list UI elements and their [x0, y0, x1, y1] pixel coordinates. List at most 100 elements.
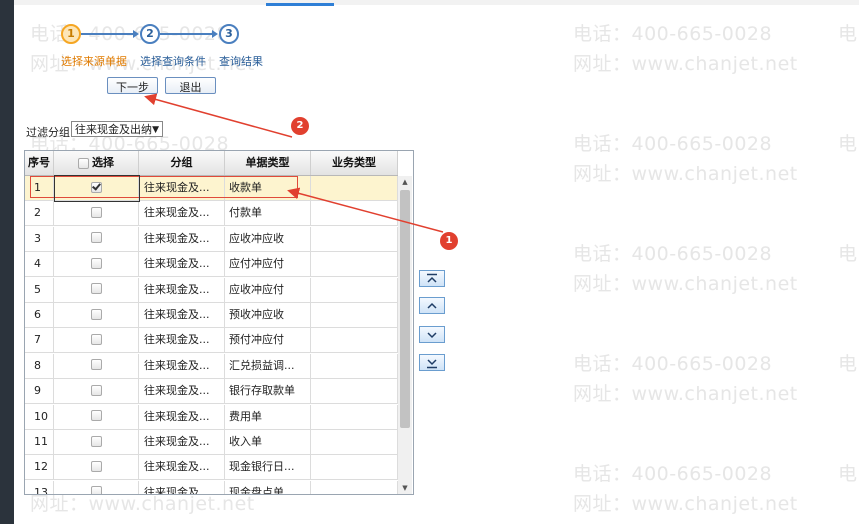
watermark-site: 网址：www.chanjet.net	[573, 493, 798, 515]
cell-seq: 4	[25, 252, 54, 277]
top-tab-bar	[14, 0, 859, 5]
cell-seq: 7	[25, 328, 54, 353]
row-checkbox[interactable]	[90, 232, 102, 244]
cell-seq: 8	[25, 353, 54, 378]
row-checkbox[interactable]	[90, 359, 102, 371]
table-row[interactable]: 6 往来现金及... 预收冲应收	[25, 303, 398, 328]
watermark-phone: 电话：400-665-0028	[573, 463, 773, 485]
move-to-bottom-button[interactable]	[419, 354, 445, 371]
step-arrow	[212, 30, 218, 38]
watermark-fragment: 电	[838, 23, 858, 45]
row-checkbox[interactable]	[90, 435, 102, 447]
table-row[interactable]: 9 往来现金及... 银行存取款单	[25, 379, 398, 405]
filter-group-label: 过滤分组:	[26, 126, 74, 139]
cell-group: 往来现金及...	[139, 455, 225, 480]
header-select-label: 选择	[92, 156, 114, 169]
move-down-button[interactable]	[419, 326, 445, 343]
cell-seq: 10	[25, 404, 54, 429]
header-select: 选择	[54, 151, 139, 175]
cell-doc-type: 应付冲应付	[225, 252, 311, 277]
row-checkbox[interactable]	[90, 257, 102, 269]
watermark-site: 网址：www.chanjet.net	[573, 383, 798, 405]
cell-seq: 12	[25, 455, 54, 480]
scroll-up-icon[interactable]: ▲	[398, 176, 412, 188]
select-cell	[54, 328, 139, 353]
focus-box-checkbox	[54, 175, 140, 202]
step-arrow	[133, 30, 139, 38]
cell-seq: 13	[25, 480, 54, 494]
watermark-phone: 电话：400-665-0028	[573, 243, 773, 265]
row-checkbox[interactable]	[90, 283, 102, 295]
select-all-checkbox[interactable]	[78, 157, 89, 169]
cell-doc-type: 应收冲应付	[225, 277, 311, 302]
row-checkbox[interactable]	[90, 308, 102, 320]
table-row[interactable]: 12 往来现金及... 现金银行日...	[25, 455, 398, 481]
next-step-button[interactable]: 下一步	[107, 77, 158, 94]
cell-seq: 9	[25, 379, 54, 404]
grid-vertical-scrollbar[interactable]: ▲ ▼	[398, 176, 412, 494]
watermark-site: 网址：www.chanjet.net	[573, 163, 798, 185]
row-checkbox[interactable]	[90, 410, 102, 422]
cell-seq: 3	[25, 226, 54, 251]
cell-doc-type: 现金银行日...	[225, 455, 311, 480]
table-row[interactable]: 8 往来现金及... 汇兑损益调...	[25, 353, 398, 379]
exit-button[interactable]: 退出	[165, 77, 216, 94]
watermark-fragment: 电	[838, 353, 858, 375]
cell-doc-type: 应收冲应收	[225, 226, 311, 251]
scroll-down-icon[interactable]: ▼	[398, 482, 412, 494]
cell-doc-type: 付款单	[225, 201, 311, 226]
step-1-circle: 1	[61, 24, 81, 44]
table-row[interactable]: 10 往来现金及... 费用单	[25, 404, 398, 430]
step-2-circle: 2	[140, 24, 160, 44]
cell-biz-type	[311, 201, 398, 226]
row-checkbox[interactable]	[90, 206, 102, 218]
move-down-icon	[427, 332, 437, 339]
select-cell	[54, 201, 139, 226]
cell-doc-type: 费用单	[225, 404, 311, 429]
table-row[interactable]: 11 往来现金及... 收入单	[25, 430, 398, 455]
filter-group-select[interactable]: 往来现金及出纳 ▼	[71, 121, 163, 137]
annotation-badge-1: 1	[440, 232, 458, 250]
cell-biz-type	[311, 430, 398, 454]
cell-group: 往来现金及...	[139, 480, 225, 494]
row-checkbox[interactable]	[90, 384, 102, 396]
move-up-button[interactable]	[419, 297, 445, 314]
cell-group: 往来现金及...	[139, 353, 225, 378]
cell-seq: 2	[25, 201, 54, 226]
table-row[interactable]: 5 往来现金及... 应收冲应付	[25, 277, 398, 303]
header-seq: 序号	[25, 151, 54, 175]
cell-group: 往来现金及...	[139, 430, 225, 454]
table-row[interactable]: 7 往来现金及... 预付冲应付	[25, 328, 398, 354]
filter-group-value: 往来现金及出纳	[75, 123, 152, 136]
header-group: 分组	[139, 151, 225, 175]
cell-group: 往来现金及...	[139, 226, 225, 251]
scroll-thumb[interactable]	[400, 190, 410, 428]
table-row[interactable]: 3 往来现金及... 应收冲应收	[25, 226, 398, 252]
cell-group: 往来现金及...	[139, 404, 225, 429]
row-checkbox[interactable]	[90, 460, 102, 472]
table-row[interactable]: 4 往来现金及... 应付冲应付	[25, 252, 398, 278]
dropdown-arrow-icon: ▼	[152, 125, 159, 135]
cell-doc-type: 现金盘点单	[225, 480, 311, 494]
row-checkbox[interactable]	[90, 486, 102, 494]
cell-doc-type: 银行存取款单	[225, 379, 311, 404]
step-2-label: 选择查询条件	[140, 55, 206, 68]
cell-biz-type	[311, 252, 398, 277]
cell-group: 往来现金及...	[139, 303, 225, 327]
table-row[interactable]: 13 往来现金及... 现金盘点单	[25, 480, 398, 494]
watermark-site: 网址：www.chanjet.net	[573, 53, 798, 75]
cell-doc-type: 预付冲应付	[225, 328, 311, 353]
row-checkbox[interactable]	[90, 333, 102, 345]
select-cell	[54, 303, 139, 327]
move-bottom-icon	[427, 359, 437, 369]
step-1-label: 选择来源单据	[61, 55, 127, 68]
watermark-fragment: 电	[838, 463, 858, 485]
select-cell	[54, 430, 139, 454]
cell-seq: 6	[25, 303, 54, 327]
active-tab-indicator	[266, 3, 334, 6]
cell-group: 往来现金及...	[139, 379, 225, 404]
table-row[interactable]: 2 往来现金及... 付款单	[25, 201, 398, 227]
cell-seq: 11	[25, 430, 54, 454]
left-dark-strip	[0, 0, 14, 524]
move-to-top-button[interactable]	[419, 270, 445, 287]
